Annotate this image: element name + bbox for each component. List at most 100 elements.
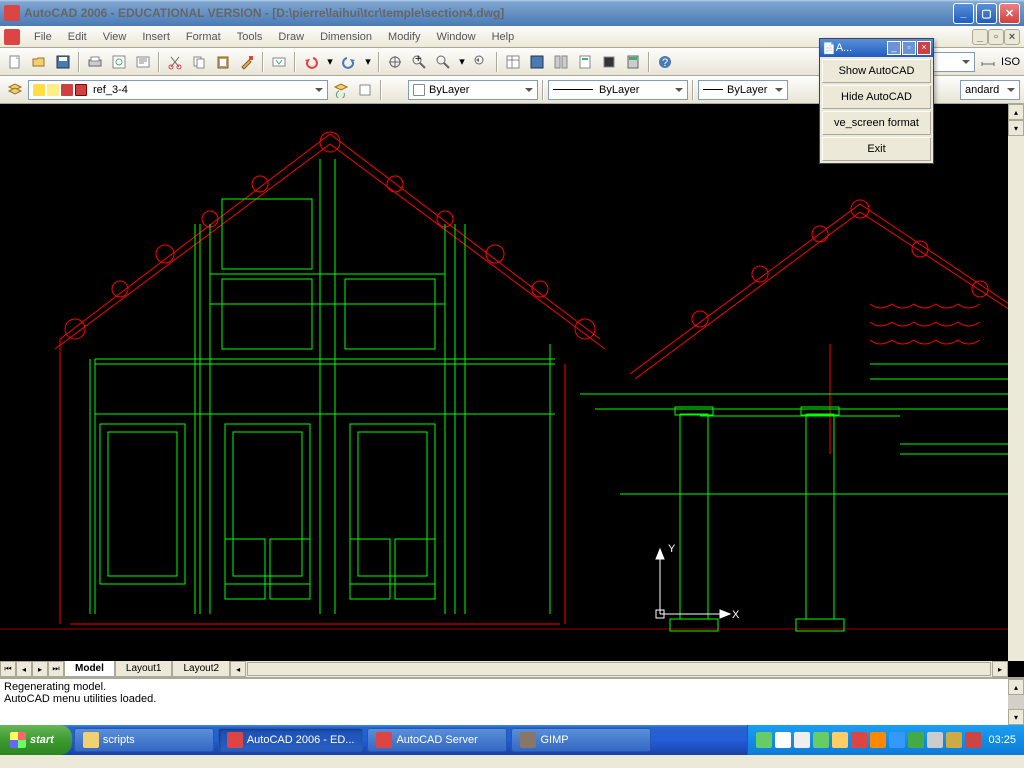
drawing-canvas[interactable]: Y X ▴ ▾ ⏮ ◂ ▸ ⏭ Model Layout1 Layout2 ◂ … <box>0 104 1024 677</box>
cmd-scroll-up[interactable]: ▴ <box>1008 679 1024 695</box>
menu-window[interactable]: Window <box>428 29 483 45</box>
taskbar-clock[interactable]: 03:25 <box>988 734 1016 746</box>
tray-icon-3[interactable] <box>794 732 810 748</box>
undo-button[interactable] <box>300 51 322 73</box>
command-window[interactable]: Regenerating model. AutoCAD menu utiliti… <box>0 677 1024 725</box>
menu-dimension[interactable]: Dimension <box>312 29 380 45</box>
tray-icon-4[interactable] <box>813 732 829 748</box>
addon-maximize-button[interactable]: ▫ <box>902 41 916 55</box>
qnew-button[interactable] <box>4 51 26 73</box>
menu-draw[interactable]: Draw <box>270 29 312 45</box>
dim-style-button[interactable] <box>977 51 999 73</box>
autocad-icon <box>227 732 243 748</box>
tab-layout2[interactable]: Layout2 <box>172 661 230 677</box>
mdi-minimize-button[interactable]: _ <box>972 29 988 45</box>
mdi-close-button[interactable]: × <box>1004 29 1020 45</box>
undo-dropdown[interactable]: ▾ <box>324 51 336 73</box>
tray-volume-icon[interactable] <box>927 732 943 748</box>
tab-layout1[interactable]: Layout1 <box>115 661 173 677</box>
mdi-document-icon[interactable] <box>4 29 20 45</box>
tray-icon-1[interactable] <box>756 732 772 748</box>
zoom-previous-button[interactable] <box>470 51 492 73</box>
save-button[interactable] <box>52 51 74 73</box>
close-button[interactable]: ✕ <box>999 3 1020 24</box>
maximize-button[interactable]: ▢ <box>976 3 997 24</box>
copy-button[interactable] <box>188 51 210 73</box>
layer-name: ref_3-4 <box>93 84 128 96</box>
tool-palettes-button[interactable] <box>550 51 572 73</box>
pan-button[interactable] <box>384 51 406 73</box>
match-properties-button[interactable] <box>236 51 258 73</box>
tray-icon-9[interactable] <box>908 732 924 748</box>
tray-shield-icon[interactable] <box>965 732 981 748</box>
addon-screenformat-button[interactable]: ve_screen format <box>822 111 931 135</box>
tab-first-button[interactable]: ⏮ <box>0 661 16 677</box>
layer-previous-button[interactable] <box>330 79 352 101</box>
menu-insert[interactable]: Insert <box>134 29 178 45</box>
redo-dropdown[interactable]: ▾ <box>362 51 374 73</box>
cmd-scroll-down[interactable]: ▾ <box>1008 709 1024 725</box>
taskbar-item-gimp[interactable]: GIMP <box>511 728 651 752</box>
layer-manager-button[interactable] <box>4 79 26 101</box>
layer-combo[interactable]: ref_3-4 <box>28 80 328 100</box>
minimize-button[interactable]: _ <box>953 3 974 24</box>
menu-modify[interactable]: Modify <box>380 29 428 45</box>
addon-icon: 📄 <box>822 42 836 55</box>
open-button[interactable] <box>28 51 50 73</box>
menu-tools[interactable]: Tools <box>229 29 271 45</box>
hscroll-right-button[interactable]: ▸ <box>992 661 1008 677</box>
zoom-dropdown[interactable]: ▾ <box>456 51 468 73</box>
cut-button[interactable] <box>164 51 186 73</box>
addon-hide-button[interactable]: Hide AutoCAD <box>822 85 931 109</box>
taskbar-item-scripts[interactable]: scripts <box>74 728 214 752</box>
tab-next-button[interactable]: ▸ <box>32 661 48 677</box>
addon-minimize-button[interactable]: _ <box>887 41 901 55</box>
tray-icon-7[interactable] <box>870 732 886 748</box>
redo-button[interactable] <box>338 51 360 73</box>
tray-bluetooth-icon[interactable] <box>889 732 905 748</box>
layer-states-button[interactable] <box>354 79 376 101</box>
sheet-set-button[interactable] <box>574 51 596 73</box>
menu-file[interactable]: File <box>26 29 60 45</box>
help-button[interactable]: ? <box>654 51 676 73</box>
addon-show-button[interactable]: Show AutoCAD <box>822 59 931 83</box>
taskbar-item-autocad[interactable]: AutoCAD 2006 - ED... <box>218 728 364 752</box>
quickcalc-button[interactable] <box>622 51 644 73</box>
paste-button[interactable] <box>212 51 234 73</box>
linetype-combo[interactable]: ByLayer <box>548 80 688 100</box>
tab-prev-button[interactable]: ◂ <box>16 661 32 677</box>
plot-button[interactable] <box>84 51 106 73</box>
system-tray[interactable]: 03:25 <box>747 725 1024 755</box>
lineweight-combo[interactable]: ByLayer <box>698 80 788 100</box>
zoom-window-button[interactable] <box>432 51 454 73</box>
markup-button[interactable] <box>598 51 620 73</box>
vscroll-down-button[interactable]: ▾ <box>1008 120 1024 136</box>
tray-icon-5[interactable] <box>832 732 848 748</box>
menu-edit[interactable]: Edit <box>60 29 95 45</box>
design-center-button[interactable] <box>526 51 548 73</box>
menu-help[interactable]: Help <box>484 29 523 45</box>
plot-preview-button[interactable] <box>108 51 130 73</box>
properties-button[interactable] <box>502 51 524 73</box>
tab-last-button[interactable]: ⏭ <box>48 661 64 677</box>
addon-exit-button[interactable]: Exit <box>822 137 931 161</box>
tray-icon-11[interactable] <box>946 732 962 748</box>
vscroll-up-button[interactable]: ▴ <box>1008 104 1024 120</box>
tray-network-icon[interactable] <box>775 732 791 748</box>
mdi-restore-button[interactable]: ▫ <box>988 29 1004 45</box>
start-button[interactable]: start <box>0 725 72 755</box>
tray-icon-6[interactable] <box>851 732 867 748</box>
canvas-vscrollbar[interactable]: ▴ ▾ <box>1008 104 1024 661</box>
color-combo[interactable]: ByLayer <box>408 80 538 100</box>
addon-close-button[interactable]: × <box>917 41 931 55</box>
dimstyle-combo2[interactable]: andard <box>960 80 1020 100</box>
menu-format[interactable]: Format <box>178 29 229 45</box>
block-editor-button[interactable] <box>268 51 290 73</box>
tab-model[interactable]: Model <box>64 661 115 677</box>
menu-view[interactable]: View <box>95 29 135 45</box>
hscroll-left-button[interactable]: ◂ <box>230 661 246 677</box>
zoom-realtime-button[interactable]: + <box>408 51 430 73</box>
publish-button[interactable] <box>132 51 154 73</box>
hscroll-thumb[interactable] <box>247 662 991 676</box>
taskbar-item-acadserver[interactable]: AutoCAD Server <box>367 728 507 752</box>
